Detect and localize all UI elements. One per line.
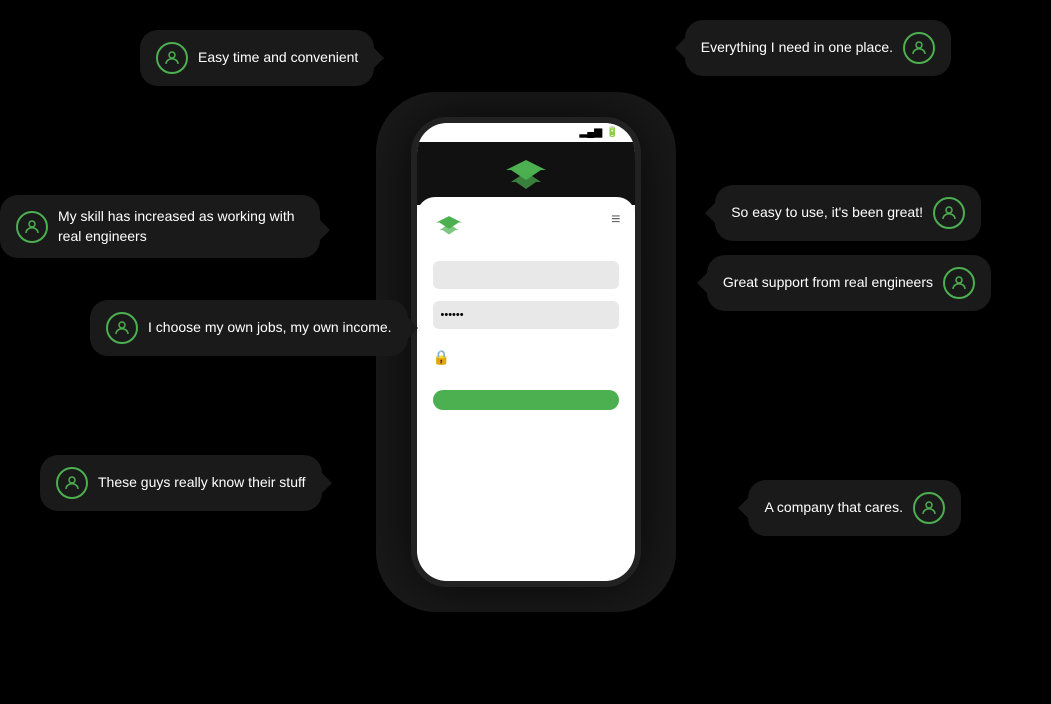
avatar-icon <box>933 197 965 229</box>
hamburger-icon[interactable]: ≡ <box>611 211 620 229</box>
small-logo-icon <box>433 213 619 245</box>
avatar-icon <box>106 312 138 344</box>
avatar-icon <box>913 492 945 524</box>
bubble-text-easy-to-use: So easy to use, it's been great! <box>731 203 923 223</box>
username-field-group <box>433 259 619 289</box>
phone-screen: ▂▄▆ 🔋 ≡ <box>417 123 635 581</box>
bubble-text-company-cares: A company that cares. <box>764 498 903 518</box>
avatar-icon <box>943 267 975 299</box>
login-form: ≡ 🔒 <box>417 197 635 581</box>
avatar-icon <box>903 32 935 64</box>
bubble-text-everything-one-place: Everything I need in one place. <box>701 38 893 58</box>
bubble-easy-time: Easy time and convenient <box>140 30 374 86</box>
bubble-easy-to-use: So easy to use, it's been great! <box>715 185 981 241</box>
bubble-great-support: Great support from real engineers <box>707 255 991 311</box>
avatar-icon <box>16 211 48 243</box>
bubble-text-skill-increased: My skill has increased as working with r… <box>58 207 304 246</box>
username-input[interactable] <box>433 261 619 289</box>
lock-icon: 🔒 <box>433 349 450 366</box>
bubble-skill-increased: My skill has increased as working with r… <box>0 195 320 258</box>
status-bar: ▂▄▆ 🔋 <box>417 123 635 142</box>
verification-row: 🔒 <box>433 349 619 366</box>
bubble-text-great-support: Great support from real engineers <box>723 273 933 293</box>
bubble-everything-one-place: Everything I need in one place. <box>685 20 951 76</box>
signal-icon: ▂▄▆ <box>580 127 602 138</box>
bubble-choose-jobs: I choose my own jobs, my own income. <box>90 300 408 356</box>
bubble-really-know: These guys really know their stuff <box>40 455 322 511</box>
bubble-text-really-know: These guys really know their stuff <box>98 473 306 493</box>
status-icons: ▂▄▆ 🔋 <box>580 127 619 138</box>
avatar-icon <box>156 42 188 74</box>
phone-mockup: ▂▄▆ 🔋 ≡ <box>411 117 641 587</box>
logo-icon <box>501 158 551 193</box>
password-input[interactable] <box>433 301 619 329</box>
login-button[interactable] <box>433 390 619 410</box>
password-field-group <box>433 299 619 329</box>
app-header <box>417 142 635 205</box>
bubble-text-choose-jobs: I choose my own jobs, my own income. <box>148 318 392 338</box>
avatar-icon <box>56 467 88 499</box>
logo-container <box>501 158 551 193</box>
bubble-company-cares: A company that cares. <box>748 480 961 536</box>
bubble-text-easy-time: Easy time and convenient <box>198 48 358 68</box>
battery-icon: 🔋 <box>606 127 618 138</box>
